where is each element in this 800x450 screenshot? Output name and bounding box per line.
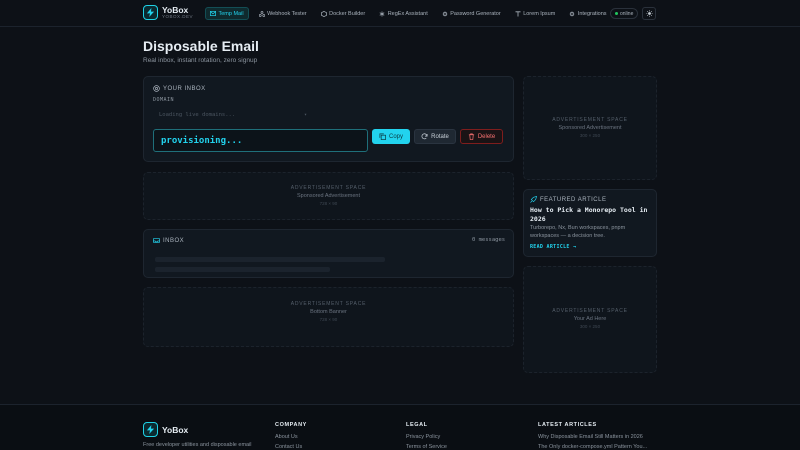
page-subtitle: Real inbox, instant rotation, zero signu… xyxy=(143,57,258,64)
brand-name: YoBox xyxy=(162,4,189,15)
copy-button[interactable]: Copy xyxy=(372,129,410,144)
copy-icon xyxy=(379,133,386,140)
footer-link-about[interactable]: About Us xyxy=(275,434,298,440)
nav-item-docker-builder[interactable]: Docker Builder xyxy=(317,7,370,20)
ad-sidebar-bottom[interactable]: ADVERTISEMENT SPACE Your Ad Here 300 × 2… xyxy=(523,266,657,373)
domain-label: DOMAIN xyxy=(153,97,175,103)
ad-sidebar-top[interactable]: ADVERTISEMENT SPACE Sponsored Advertisem… xyxy=(523,76,657,180)
domain-select[interactable]: Loading live domains... ▾ xyxy=(153,108,313,122)
rocket-icon xyxy=(530,196,537,203)
footer-articles-heading: LATEST ARTICLES xyxy=(538,422,597,428)
docker-icon xyxy=(320,10,327,17)
footer xyxy=(0,404,800,450)
loading-skeleton-line xyxy=(155,257,385,262)
nav-item-lorem-ipsum[interactable]: Lorem Ipsum xyxy=(511,7,560,20)
footer-link-terms[interactable]: Terms of Service xyxy=(406,444,447,450)
email-address-field[interactable]: provisioning... xyxy=(153,129,368,152)
mail-icon xyxy=(210,11,216,16)
nav-item-webhook-tester[interactable]: Webhook Tester xyxy=(255,7,311,20)
ad-banner-mid[interactable]: ADVERTISEMENT SPACE Sponsored Advertisem… xyxy=(143,172,514,220)
bolt-icon xyxy=(143,5,158,20)
footer-article-link[interactable]: The Only docker-compose.yml Pattern You.… xyxy=(538,444,647,450)
footer-legal-heading: LEGAL xyxy=(406,422,428,428)
bolt-icon xyxy=(143,422,158,437)
text-icon xyxy=(515,10,521,16)
featured-heading: FEATURED ARTICLE xyxy=(530,196,606,203)
chevron-down-icon: ▾ xyxy=(303,112,307,118)
inbox-icon xyxy=(153,237,160,244)
page-title: Disposable Email xyxy=(143,38,259,54)
featured-description: Turborepo, Nx, Bun workspaces, pnpm work… xyxy=(530,225,626,239)
footer-link-contact[interactable]: Contact Us xyxy=(275,444,302,450)
gear-icon xyxy=(570,11,575,16)
message-count: 0 messages xyxy=(472,237,506,243)
footer-article-link[interactable]: Why Disposable Email Still Matters in 20… xyxy=(538,434,643,440)
sun-icon xyxy=(645,10,653,17)
brand-domain: YOBOX.DEV xyxy=(162,14,194,19)
nav-item-regex-assistant[interactable]: RegEx Assistant xyxy=(375,7,432,20)
regex-icon xyxy=(379,11,385,16)
nav-item-temp-mail[interactable]: Temp Mail xyxy=(205,7,249,20)
trash-icon xyxy=(468,133,474,140)
online-dot-icon xyxy=(615,12,618,15)
at-sign-icon xyxy=(153,85,160,92)
gear-icon xyxy=(442,11,447,16)
webhook-icon xyxy=(258,10,265,17)
rotate-button[interactable]: Rotate xyxy=(414,129,456,144)
read-article-link[interactable]: READ ARTICLE → xyxy=(530,244,576,250)
refresh-icon xyxy=(421,133,428,140)
nav-item-integrations[interactable]: Integrations xyxy=(565,7,610,20)
your-inbox-heading: YOUR INBOX xyxy=(153,85,206,92)
brand-logo[interactable]: YoBox YOBOX.DEV xyxy=(143,5,193,20)
nav-links: Temp Mail Webhook Tester Docker Builder … xyxy=(205,7,617,20)
ad-banner-bottom[interactable]: ADVERTISEMENT SPACE Bottom Banner 728 × … xyxy=(143,287,514,347)
footer-link-privacy[interactable]: Privacy Policy xyxy=(406,434,440,440)
status-badge: online xyxy=(610,8,639,19)
top-navbar: YoBox YOBOX.DEV Temp Mail Webhook Tester… xyxy=(0,0,800,27)
footer-company-heading: COMPANY xyxy=(275,422,307,428)
delete-button[interactable]: Delete xyxy=(460,129,503,144)
nav-item-password-generator[interactable]: Password Generator xyxy=(438,7,505,20)
footer-tagline: Free developer utilities and disposable … xyxy=(143,442,252,448)
theme-toggle-button[interactable] xyxy=(642,7,656,20)
inbox-heading: INBOX xyxy=(153,237,184,244)
featured-title[interactable]: How to Pick a Monorepo Tool in 2026 xyxy=(530,206,648,224)
footer-brand[interactable]: YoBox xyxy=(143,422,188,437)
loading-skeleton-line xyxy=(155,267,330,272)
